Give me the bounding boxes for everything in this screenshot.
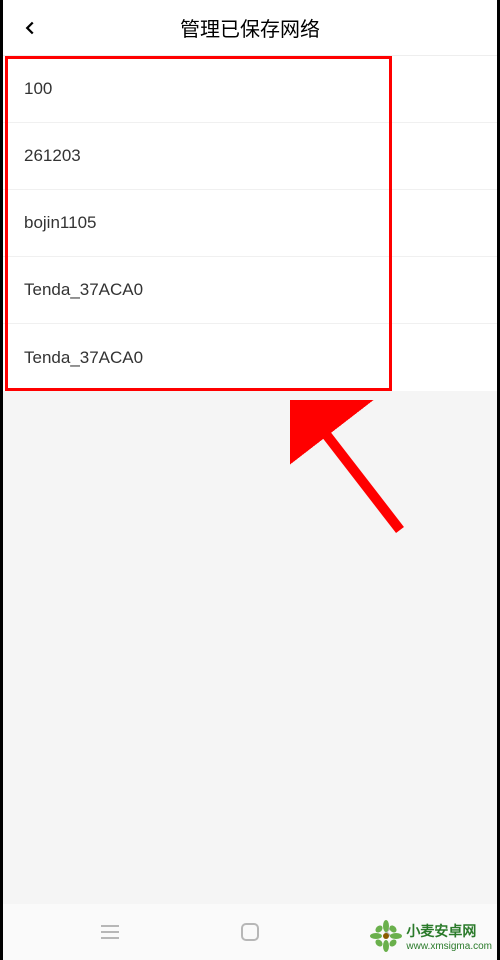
nav-recent-button[interactable] — [85, 912, 135, 952]
annotation-arrow — [290, 400, 420, 555]
network-name: Tenda_37ACA0 — [24, 348, 143, 368]
network-item[interactable]: 100 — [0, 56, 500, 123]
saved-networks-list: 100 261203 bojin1105 Tenda_37ACA0 Tenda_… — [0, 56, 500, 391]
watermark-title: 小麦安卓网 — [406, 921, 476, 941]
back-button[interactable] — [10, 8, 50, 48]
watermark-text: 小麦安卓网 www.xmsigma.com — [406, 921, 492, 952]
network-name: 261203 — [24, 146, 81, 166]
home-square-icon — [240, 922, 260, 942]
network-item[interactable]: 261203 — [0, 123, 500, 190]
network-name: 100 — [24, 79, 52, 99]
menu-lines-icon — [99, 924, 121, 940]
network-item[interactable]: bojin1105 — [0, 190, 500, 257]
watermark-url: www.xmsigma.com — [406, 941, 492, 952]
watermark-logo-icon — [370, 920, 402, 952]
network-item[interactable]: Tenda_37ACA0 — [0, 324, 500, 391]
header-bar: 管理已保存网络 — [0, 0, 500, 56]
page-title: 管理已保存网络 — [0, 13, 500, 42]
network-name: bojin1105 — [24, 213, 96, 233]
network-name: Tenda_37ACA0 — [24, 280, 143, 300]
back-chevron-icon — [19, 17, 41, 39]
watermark: 小麦安卓网 www.xmsigma.com — [370, 920, 492, 952]
nav-home-button[interactable] — [225, 912, 275, 952]
network-item[interactable]: Tenda_37ACA0 — [0, 257, 500, 324]
